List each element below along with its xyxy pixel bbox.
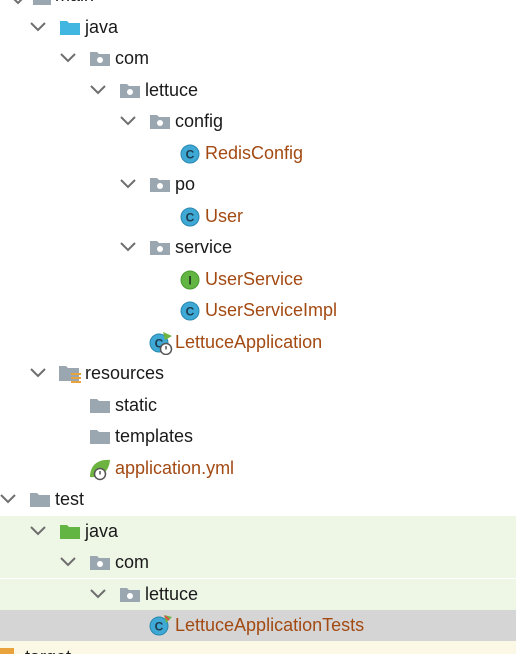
package-icon [150, 115, 170, 129]
chevron-down-icon[interactable] [28, 521, 48, 541]
chevron-down-icon[interactable] [88, 584, 108, 604]
tree-item-label: RedisConfig [205, 143, 304, 163]
package-icon [90, 52, 110, 66]
svg-text:C: C [186, 148, 195, 162]
chevron-down-icon[interactable] [28, 363, 48, 383]
svg-text:C: C [155, 620, 164, 634]
tree-item-label: java [85, 17, 119, 37]
svg-text:I: I [188, 274, 191, 288]
class-icon: C [180, 207, 200, 227]
tree-item-label: com [115, 48, 150, 68]
tree-item-test-lettuce[interactable]: lettuce [0, 579, 516, 610]
tree-item-templates[interactable]: templates [0, 421, 516, 452]
test-class-icon: C [149, 615, 172, 636]
tree-item-label: UserServiceImpl [205, 300, 338, 320]
tree-item-label: po [175, 174, 196, 194]
tree-item-label: main [55, 0, 94, 6]
tree-item-userserviceimpl[interactable]: C UserServiceImpl [0, 295, 516, 326]
tree-item-service[interactable]: service [0, 232, 516, 263]
tree-item-static[interactable]: static [0, 390, 516, 421]
chevron-down-icon[interactable] [118, 111, 138, 131]
tree-item-test-com[interactable]: com [0, 547, 516, 578]
tree-item-userservice[interactable]: I UserService [0, 264, 516, 295]
chevron-down-icon[interactable] [58, 48, 78, 68]
tree-item-config[interactable]: config [0, 106, 516, 137]
tree-item-label: User [205, 206, 244, 226]
source-folder-icon [60, 21, 80, 35]
resources-folder-icon [59, 366, 81, 383]
tree-item-target-partial[interactable]: target [0, 641, 516, 654]
chevron-down-icon[interactable] [0, 489, 18, 509]
chevron-down-icon[interactable] [118, 237, 138, 257]
tree-item-application-yml[interactable]: application.yml [0, 453, 516, 484]
tree-item-resources[interactable]: resources [0, 358, 516, 389]
tree-item-label: LettuceApplicationTests [175, 615, 365, 635]
tree-item-lettuceapplication[interactable]: C LettuceApplication [0, 327, 516, 358]
tree-item-redisconfig[interactable]: C RedisConfig [0, 138, 516, 169]
tree-item-test[interactable]: test [0, 484, 516, 515]
chevron-down-icon[interactable] [118, 174, 138, 194]
tree-item-label: lettuce [145, 80, 199, 100]
tree-item-label: java [85, 521, 119, 541]
tree-item-com[interactable]: com [0, 43, 516, 74]
package-icon [120, 84, 140, 98]
chevron-down-icon[interactable] [88, 80, 108, 100]
package-icon [150, 241, 170, 255]
interface-icon: I [180, 270, 200, 290]
tree-item-label: lettuce [145, 584, 199, 604]
folder-icon [30, 493, 50, 507]
package-icon [90, 556, 110, 570]
folder-icon [90, 430, 110, 444]
tree-item-label: resources [85, 363, 165, 383]
tree-item-test-java[interactable]: java [0, 516, 516, 547]
tree-item-label: service [175, 237, 233, 257]
class-icon: C [180, 301, 200, 321]
tree-item-label: templates [115, 426, 194, 446]
package-icon [150, 178, 170, 192]
tree-item-label: target [25, 647, 71, 654]
tree-item-label: application.yml [115, 458, 235, 478]
test-source-folder-icon [60, 525, 80, 539]
folder-icon [90, 399, 110, 413]
tree-item-label: static [115, 395, 158, 415]
class-icon: C [180, 144, 200, 164]
spring-config-file-icon [90, 459, 110, 481]
tree-item-java[interactable]: java [0, 12, 516, 43]
tree-item-lettuceapplicationtests[interactable]: C LettuceApplicationTests [0, 610, 516, 641]
chevron-down-icon[interactable] [28, 17, 48, 37]
tree-item-lettuce[interactable]: lettuce [0, 75, 516, 106]
svg-text:C: C [186, 211, 195, 225]
svg-text:C: C [186, 305, 195, 319]
tree-item-label: test [55, 489, 85, 509]
tree-item-label: UserService [205, 269, 304, 289]
project-tree: main java com lettuce config C RedisConf… [0, 0, 516, 654]
chevron-down-icon[interactable] [58, 552, 78, 572]
tree-item-po[interactable]: po [0, 169, 516, 200]
package-icon [120, 588, 140, 602]
tree-item-label: com [115, 552, 150, 572]
tree-item-label: LettuceApplication [175, 332, 323, 352]
folder-icon [0, 648, 14, 654]
spring-boot-class-icon: C [149, 332, 173, 355]
tree-item-user[interactable]: C User [0, 201, 516, 232]
tree-item-label: config [175, 111, 224, 131]
